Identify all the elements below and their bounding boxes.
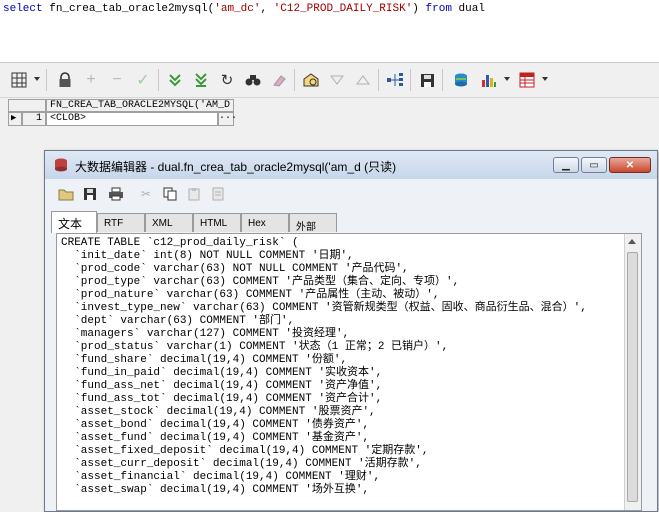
grid-cell-clob[interactable]: <CLOB> bbox=[46, 112, 218, 126]
sql-keyword-from: from bbox=[425, 3, 452, 15]
result-toolbar: + − ✓ ↻ bbox=[0, 63, 659, 98]
dialog-toolbar: ✂ bbox=[45, 181, 657, 207]
fetch-next-icon[interactable] bbox=[166, 71, 184, 89]
fetch-last-icon[interactable] bbox=[192, 71, 210, 89]
text-line: `asset_stock` decimal(19,4) COMMENT '股票资… bbox=[61, 406, 376, 418]
save-icon[interactable] bbox=[418, 71, 436, 89]
toolbar-separator bbox=[46, 69, 47, 91]
dialog-titlebar[interactable]: 大数据编辑器 - dual.fn_crea_tab_oracle2mysql('… bbox=[45, 151, 657, 179]
text-line: `fund_in_paid` decimal(19,4) COMMENT '实收… bbox=[61, 367, 383, 379]
dialog-title: 大数据编辑器 - dual.fn_crea_tab_oracle2mysql('… bbox=[75, 160, 397, 174]
maximize-icon: ▭ bbox=[589, 159, 599, 171]
tab-external[interactable]: 外部 bbox=[289, 213, 337, 233]
clear-eraser-icon[interactable] bbox=[270, 71, 288, 89]
sql-arg-2: 'C12_PROD_DAILY_RISK' bbox=[273, 3, 413, 15]
text-line: `managers` varchar(127) COMMENT '投资经理', bbox=[61, 328, 350, 340]
chart-dropdown-icon[interactable] bbox=[504, 77, 510, 81]
toolbar-separator bbox=[410, 69, 411, 91]
sql-table-name: dual bbox=[458, 3, 485, 15]
toolbar-separator bbox=[378, 69, 379, 91]
text-line: `asset_fund` decimal(19,4) COMMENT '基金资产… bbox=[61, 432, 370, 444]
text-line: `prod_status` varchar(1) COMMENT '状态（1 正… bbox=[61, 341, 449, 353]
text-line: `asset_swap` decimal(19,4) COMMENT '场外互换… bbox=[61, 484, 370, 496]
grid-view-icon[interactable] bbox=[10, 71, 28, 89]
cut-icon[interactable]: ✂ bbox=[137, 185, 155, 203]
grid-view-dropdown-icon[interactable] bbox=[34, 77, 40, 81]
sql-arg-1: 'am_dc' bbox=[214, 3, 261, 15]
delete-record-icon[interactable]: − bbox=[108, 71, 126, 89]
close-button[interactable]: ✕ bbox=[609, 157, 651, 173]
minimize-icon: ▁ bbox=[562, 159, 570, 171]
tree-view-icon[interactable] bbox=[386, 71, 404, 89]
filter-down-icon[interactable] bbox=[328, 71, 346, 89]
text-line: `fund_ass_tot` decimal(19,4) COMMENT '资产… bbox=[61, 393, 383, 405]
toolbar-separator bbox=[158, 69, 159, 91]
add-record-icon[interactable]: + bbox=[82, 71, 100, 89]
text-line: `invest_type_new` varchar(63) COMMENT '资… bbox=[61, 302, 587, 314]
sql-close-paren: ) bbox=[412, 3, 419, 15]
scroll-up-icon[interactable] bbox=[628, 239, 636, 244]
text-line: `asset_fixed_deposit` decimal(19,4) COMM… bbox=[61, 445, 429, 457]
text-line: `asset_financial` decimal(19,4) COMMENT … bbox=[61, 471, 381, 483]
save-icon[interactable] bbox=[81, 185, 99, 203]
find-binoculars-icon[interactable] bbox=[244, 71, 262, 89]
text-line: `prod_code` varchar(63) NOT NULL COMMENT… bbox=[61, 263, 409, 275]
tab-hex[interactable]: Hex bbox=[241, 213, 289, 232]
tab-rtf[interactable]: RTF bbox=[97, 213, 145, 232]
text-line: CREATE TABLE `c12_prod_daily_risk` ( bbox=[61, 237, 299, 249]
cell-editor-button[interactable]: ... bbox=[218, 112, 237, 126]
sql-statement[interactable]: select fn_crea_tab_oracle2mysql('am_dc',… bbox=[3, 3, 485, 15]
lock-icon[interactable] bbox=[56, 71, 74, 89]
bar-chart-icon[interactable] bbox=[480, 71, 498, 89]
text-lines: CREATE TABLE `c12_prod_daily_risk` ( `in… bbox=[61, 237, 587, 497]
maximize-button[interactable]: ▭ bbox=[581, 157, 607, 173]
grid-column-header[interactable]: FN_CREA_TAB_ORACLE2MYSQL('AM_D bbox=[46, 99, 234, 112]
vertical-scrollbar[interactable] bbox=[624, 234, 641, 510]
sql-keyword-select: select bbox=[3, 3, 43, 15]
query-by-example-icon[interactable] bbox=[302, 71, 320, 89]
row-indicator-icon: ▶ bbox=[8, 112, 22, 126]
sql-editor[interactable]: select fn_crea_tab_oracle2mysql('am_dc',… bbox=[0, 0, 659, 63]
text-line: `asset_curr_deposit` decimal(19,4) COMME… bbox=[61, 458, 422, 470]
refresh-icon[interactable]: ↻ bbox=[218, 71, 236, 89]
dialog-app-icon bbox=[53, 157, 69, 173]
text-line: `init_date` int(8) NOT NULL COMMENT '日期'… bbox=[61, 250, 354, 262]
toolbar-separator bbox=[442, 69, 443, 91]
tab-html[interactable]: HTML bbox=[193, 213, 241, 232]
pivot-dropdown-icon[interactable] bbox=[542, 77, 548, 81]
scroll-thumb[interactable] bbox=[627, 252, 638, 502]
close-icon: ✕ bbox=[625, 159, 635, 171]
toolbar-separator bbox=[294, 69, 295, 91]
text-line: `dept` varchar(63) COMMENT '部门', bbox=[61, 315, 295, 327]
open-folder-icon[interactable] bbox=[57, 185, 75, 203]
pivot-table-icon[interactable] bbox=[518, 71, 536, 89]
large-data-editor-dialog: 大数据编辑器 - dual.fn_crea_tab_oracle2mysql('… bbox=[44, 150, 658, 512]
post-changes-icon[interactable]: ✓ bbox=[134, 71, 152, 89]
text-line: `fund_ass_net` decimal(19,4) COMMENT '资产… bbox=[61, 380, 383, 392]
database-export-icon[interactable] bbox=[452, 71, 470, 89]
paste-icon[interactable] bbox=[185, 185, 203, 203]
grid-corner bbox=[8, 99, 46, 112]
tab-xml[interactable]: XML bbox=[145, 213, 193, 232]
text-line: `prod_nature` varchar(63) COMMENT '产品属性（… bbox=[61, 289, 440, 301]
print-icon[interactable] bbox=[107, 185, 125, 203]
row-number: 1 bbox=[22, 112, 46, 126]
text-line: `asset_bond` decimal(19,4) COMMENT '债券资产… bbox=[61, 419, 370, 431]
minimize-button[interactable]: ▁ bbox=[553, 157, 579, 173]
text-content-area[interactable]: CREATE TABLE `c12_prod_daily_risk` ( `in… bbox=[56, 233, 642, 511]
tab-text[interactable]: 文本 bbox=[51, 211, 97, 233]
filter-up-icon[interactable] bbox=[354, 71, 372, 89]
text-line: `fund_share` decimal(19,4) COMMENT '份额', bbox=[61, 354, 348, 366]
sql-function-name: fn_crea_tab_oracle2mysql( bbox=[49, 3, 215, 15]
sql-comma: , bbox=[260, 3, 274, 15]
text-line: `prod_type` varchar(63) COMMENT '产品类型（集合… bbox=[61, 276, 460, 288]
clear-icon[interactable] bbox=[209, 185, 227, 203]
copy-icon[interactable] bbox=[161, 185, 179, 203]
